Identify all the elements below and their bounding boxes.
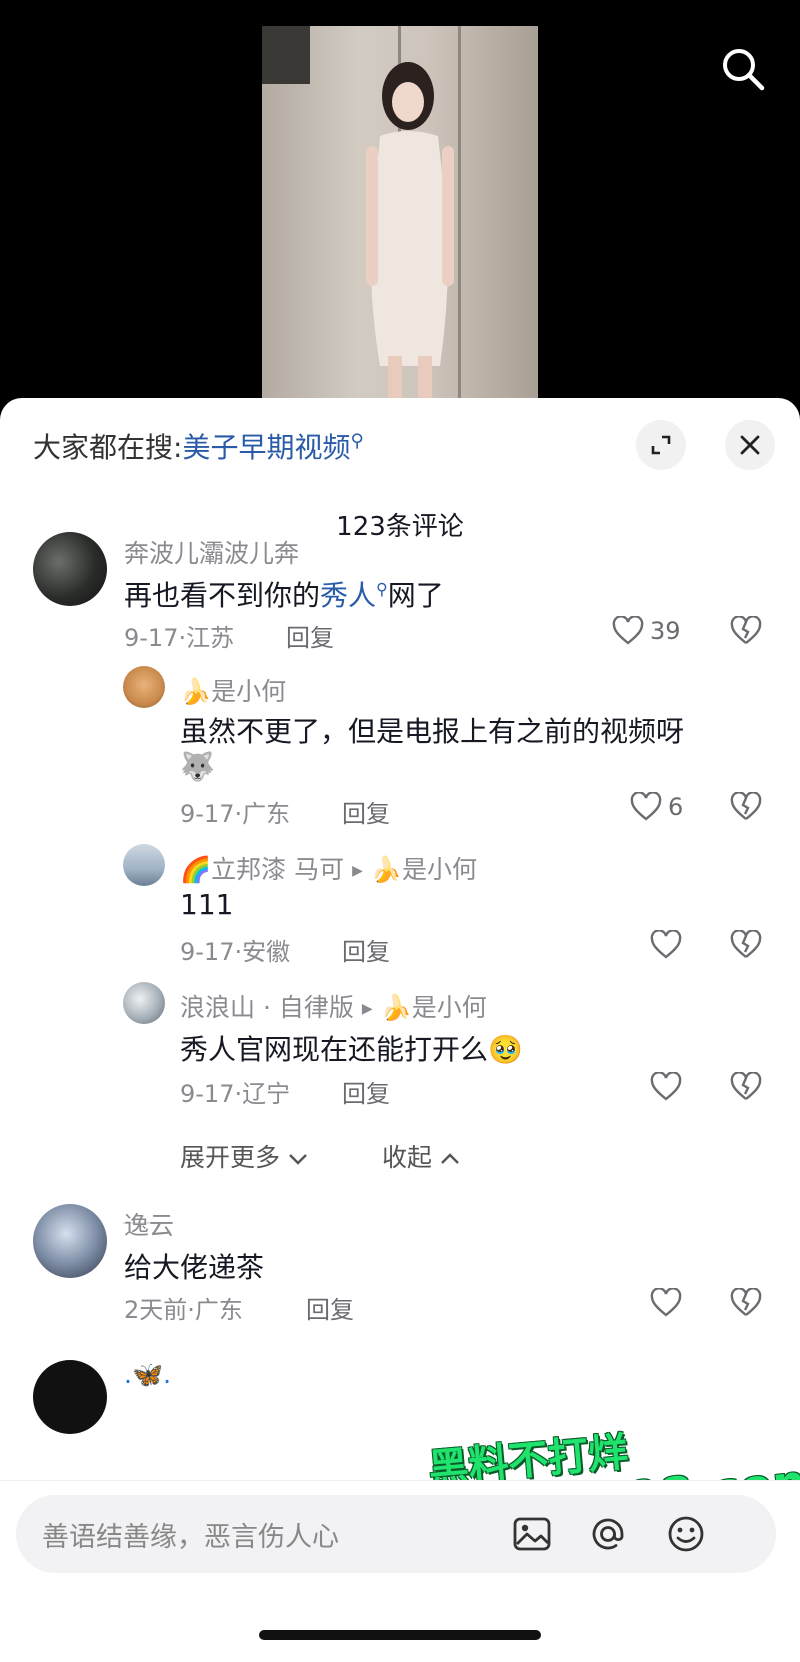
avatar[interactable] — [123, 666, 165, 708]
comment-input-placeholder: 善语结善缘，恶言伤人心 — [42, 1522, 339, 1553]
at-mention-icon[interactable] — [586, 1512, 630, 1556]
reply-to-username[interactable]: 🍌是小何 — [371, 855, 477, 884]
heart-icon — [612, 616, 644, 645]
comment-username[interactable]: 浪浪山 · 自律版 — [180, 993, 354, 1022]
comment-username[interactable]: .🦋. — [124, 1360, 171, 1390]
reply-header: 浪浪山 · 自律版 ▶ 🍌是小何 — [180, 988, 487, 1024]
like-button[interactable] — [650, 930, 688, 960]
reply-button[interactable]: 回复 — [342, 1074, 390, 1109]
heart-icon — [650, 1288, 682, 1317]
video-person-figure — [366, 62, 454, 398]
comment-text: 111 — [180, 888, 234, 921]
expand-more-button[interactable]: 展开更多 — [180, 1138, 308, 1174]
comment-date-location: 9-17·江苏 — [124, 624, 235, 652]
dislike-icon[interactable] — [730, 930, 762, 960]
search-icon[interactable] — [718, 44, 768, 94]
dislike-icon[interactable] — [730, 1072, 762, 1102]
reply-to-username[interactable]: 🍌是小何 — [381, 993, 487, 1022]
avatar[interactable] — [33, 1360, 107, 1434]
like-button[interactable]: 6 — [630, 792, 683, 822]
reply-button[interactable]: 回复 — [342, 794, 390, 829]
avatar[interactable] — [33, 532, 107, 606]
comment-text-part: 再也看不到你的 — [124, 579, 321, 612]
hot-search-keyword[interactable]: 美子早期视频 — [182, 431, 350, 464]
reply-header: 🌈立邦漆 马可 ▶ 🍌是小何 — [180, 850, 477, 886]
chevron-up-icon — [441, 1153, 459, 1164]
reply-arrow-icon: ▶ — [352, 863, 363, 879]
comment-keyword: 秀人 — [320, 579, 377, 612]
comment-keyword-link[interactable]: 秀人⚲ — [320, 579, 388, 612]
like-count: 39 — [650, 617, 681, 645]
comment-username[interactable]: 🌈立邦漆 马可 — [180, 855, 344, 884]
home-indicator — [259, 1630, 541, 1640]
like-button[interactable] — [650, 1072, 688, 1102]
comment-username[interactable]: 奔波儿灞波儿奔 — [124, 534, 299, 570]
like-count: 6 — [668, 793, 684, 821]
video-player[interactable] — [262, 26, 538, 398]
comment-date-location: 2天前·广东 — [124, 1296, 243, 1324]
hot-search-bar[interactable]: 大家都在搜:美子早期视频⚲ — [33, 426, 364, 466]
close-button[interactable] — [725, 420, 775, 470]
collapse-label: 收起 — [382, 1143, 433, 1172]
expand-more-label: 展开更多 — [180, 1143, 281, 1172]
video-area — [0, 0, 800, 400]
heart-icon — [650, 930, 682, 959]
collapse-button[interactable]: 收起 — [382, 1138, 460, 1174]
reply-button[interactable]: 回复 — [286, 618, 334, 653]
reply-button[interactable]: 回复 — [342, 932, 390, 967]
comment-input-bar: 善语结善缘，恶言伤人心 — [0, 1480, 800, 1662]
avatar[interactable] — [123, 982, 165, 1024]
avatar[interactable] — [123, 844, 165, 886]
image-icon[interactable] — [510, 1512, 554, 1556]
dislike-icon[interactable] — [730, 792, 762, 822]
comment-emoji: 🐺 — [180, 750, 215, 783]
hot-search-prefix: 大家都在搜: — [33, 431, 183, 464]
close-icon — [740, 435, 760, 455]
comment-text: 再也看不到你的秀人⚲网了 — [124, 574, 444, 614]
chevron-down-icon — [289, 1154, 307, 1165]
comment-username[interactable]: 🍌是小何 — [180, 672, 286, 708]
comment-text: 给大佬递茶 — [124, 1251, 265, 1284]
comment-text: 虽然不更了，但是电报上有之前的视频呀 — [180, 715, 685, 748]
keyword-search-icon: ⚲ — [350, 430, 364, 452]
heart-icon — [650, 1072, 682, 1101]
comment-text: 秀人官网现在还能打开么🥹 — [180, 1033, 523, 1066]
video-wall-panel — [262, 26, 310, 84]
comment-input[interactable]: 善语结善缘，恶言伤人心 — [16, 1495, 776, 1573]
dislike-icon[interactable] — [730, 1288, 762, 1318]
expand-button[interactable] — [636, 420, 686, 470]
reply-arrow-icon: ▶ — [361, 1001, 373, 1017]
comment-text-part: 网了 — [387, 579, 444, 612]
expand-icon — [651, 435, 671, 455]
comment-date-location: 9-17·安徽 — [180, 938, 291, 966]
emoji-icon[interactable] — [664, 1512, 708, 1556]
reply-button[interactable]: 回复 — [306, 1290, 354, 1325]
dislike-icon[interactable] — [730, 616, 762, 646]
like-button[interactable]: 39 — [612, 616, 681, 646]
comment-username[interactable]: 逸云 — [124, 1206, 174, 1242]
comment-date-location: 9-17·辽宁 — [180, 1080, 291, 1108]
comment-date-location: 9-17·广东 — [180, 800, 291, 828]
heart-icon — [630, 792, 662, 821]
comment-count: 123条评论 — [336, 512, 464, 542]
like-button[interactable] — [650, 1288, 688, 1318]
avatar[interactable] — [33, 1204, 107, 1278]
